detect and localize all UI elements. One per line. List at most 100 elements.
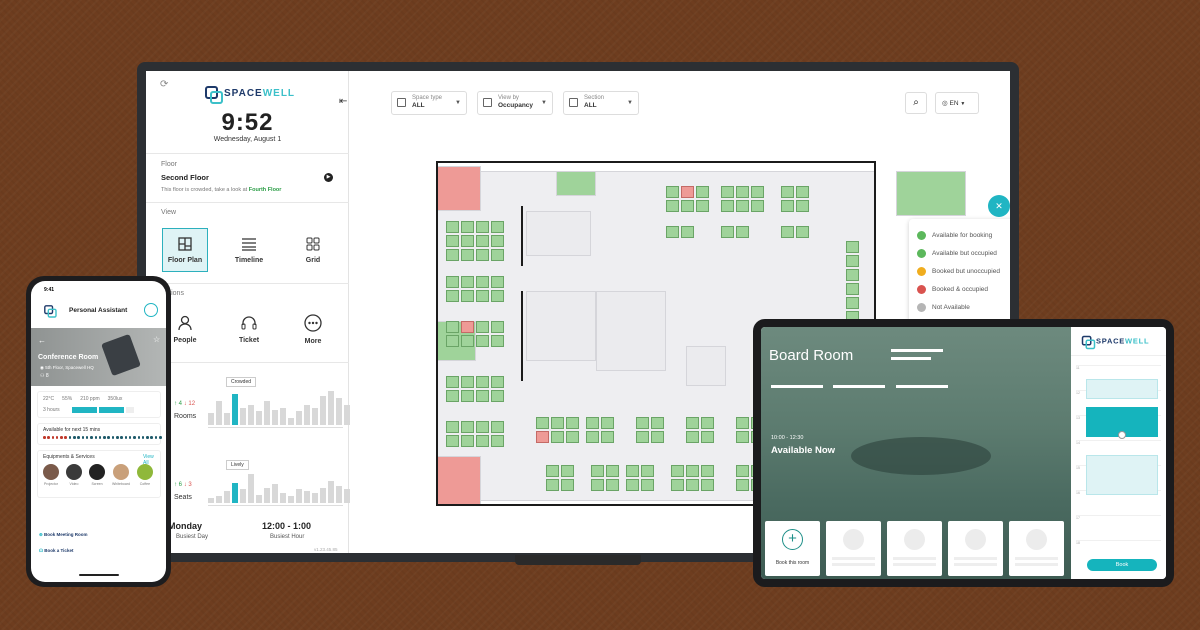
desk[interactable] — [681, 186, 694, 198]
desk[interactable] — [736, 186, 749, 198]
timeslot-card[interactable] — [948, 521, 1003, 576]
timeslot-card[interactable] — [826, 521, 881, 576]
desk[interactable] — [551, 417, 564, 429]
equipment-item[interactable]: Projector — [43, 464, 59, 486]
floor-next-icon[interactable]: ▶ — [324, 173, 333, 182]
desk[interactable] — [476, 290, 489, 302]
view-grid-button[interactable]: Grid — [290, 228, 336, 272]
desk[interactable] — [701, 479, 714, 491]
favorite-star-icon[interactable]: ☆ — [153, 335, 160, 344]
desk[interactable] — [686, 417, 699, 429]
desk[interactable] — [686, 465, 699, 477]
refresh-icon[interactable]: ⟳ — [160, 79, 168, 90]
desk[interactable] — [536, 431, 549, 443]
desk[interactable] — [651, 417, 664, 429]
desk[interactable] — [666, 200, 679, 212]
desk[interactable] — [491, 276, 504, 288]
desk[interactable] — [641, 465, 654, 477]
desk[interactable] — [446, 249, 459, 261]
desk[interactable] — [586, 431, 599, 443]
desk[interactable] — [686, 479, 699, 491]
desk[interactable] — [701, 417, 714, 429]
desk[interactable] — [491, 390, 504, 402]
desk[interactable] — [671, 479, 684, 491]
desk[interactable] — [591, 479, 604, 491]
desk[interactable] — [461, 321, 474, 333]
desk[interactable] — [601, 431, 614, 443]
desk[interactable] — [561, 465, 574, 477]
filter-space-type[interactable]: Space type ALL ▼ — [391, 91, 467, 115]
floor-value[interactable]: Second Floor — [161, 173, 209, 182]
desk[interactable] — [476, 276, 489, 288]
desk[interactable] — [736, 431, 749, 443]
equipment-item[interactable]: Screen — [89, 464, 105, 486]
collapse-sidebar-icon[interactable]: ⇤ — [339, 96, 347, 107]
desk[interactable] — [641, 479, 654, 491]
desk[interactable] — [796, 226, 809, 238]
desk[interactable] — [636, 417, 649, 429]
desk[interactable] — [606, 465, 619, 477]
desk[interactable] — [476, 321, 489, 333]
timeslot-card[interactable] — [1009, 521, 1064, 576]
desk[interactable] — [751, 200, 764, 212]
desk[interactable] — [491, 376, 504, 388]
desk[interactable] — [561, 479, 574, 491]
desk[interactable] — [681, 226, 694, 238]
desk[interactable] — [626, 465, 639, 477]
desk[interactable] — [491, 435, 504, 447]
desk[interactable] — [651, 431, 664, 443]
desk[interactable] — [446, 435, 459, 447]
action-more-button[interactable]: More — [290, 307, 336, 351]
desk[interactable] — [721, 200, 734, 212]
timeslot-card[interactable] — [887, 521, 942, 576]
desk[interactable] — [461, 249, 474, 261]
book-button[interactable]: Book — [1087, 559, 1157, 571]
desk[interactable] — [461, 435, 474, 447]
desk[interactable] — [461, 335, 474, 347]
desk[interactable] — [846, 283, 859, 295]
desk[interactable] — [476, 335, 489, 347]
desk[interactable] — [781, 186, 794, 198]
desk[interactable] — [566, 431, 579, 443]
desk[interactable] — [671, 465, 684, 477]
desk[interactable] — [636, 431, 649, 443]
desk[interactable] — [796, 186, 809, 198]
desk[interactable] — [736, 417, 749, 429]
desk[interactable] — [476, 421, 489, 433]
desk[interactable] — [846, 255, 859, 267]
desk[interactable] — [461, 221, 474, 233]
view-floor-plan-button[interactable]: Floor Plan — [162, 228, 208, 272]
desk[interactable] — [736, 200, 749, 212]
desk[interactable] — [461, 376, 474, 388]
desk[interactable] — [491, 235, 504, 247]
desk[interactable] — [626, 479, 639, 491]
desk[interactable] — [446, 321, 459, 333]
profile-icon[interactable] — [144, 303, 158, 317]
desk[interactable] — [781, 200, 794, 212]
desk[interactable] — [566, 417, 579, 429]
desk[interactable] — [476, 249, 489, 261]
desk[interactable] — [446, 276, 459, 288]
desk[interactable] — [796, 200, 809, 212]
desk[interactable] — [461, 421, 474, 433]
desk[interactable] — [666, 186, 679, 198]
search-button[interactable]: ⌕ — [905, 92, 927, 114]
desk[interactable] — [736, 479, 749, 491]
equipment-item[interactable]: Whiteboard — [112, 464, 130, 486]
desk[interactable] — [846, 269, 859, 281]
desk[interactable] — [781, 226, 794, 238]
desk[interactable] — [591, 465, 604, 477]
desk[interactable] — [446, 335, 459, 347]
desk[interactable] — [606, 479, 619, 491]
desk[interactable] — [846, 241, 859, 253]
desk[interactable] — [476, 435, 489, 447]
desk[interactable] — [491, 290, 504, 302]
book-meeting-room-link[interactable]: ⊕ Book Meeting Room — [39, 532, 88, 538]
desk[interactable] — [491, 321, 504, 333]
equipment-item[interactable]: Coffee — [136, 464, 153, 486]
equipment-item[interactable]: Video — [66, 464, 82, 486]
back-icon[interactable]: ← — [38, 336, 46, 345]
language-select[interactable]: ◎ EN ▼ — [935, 92, 979, 114]
desk[interactable] — [461, 276, 474, 288]
desk[interactable] — [696, 186, 709, 198]
